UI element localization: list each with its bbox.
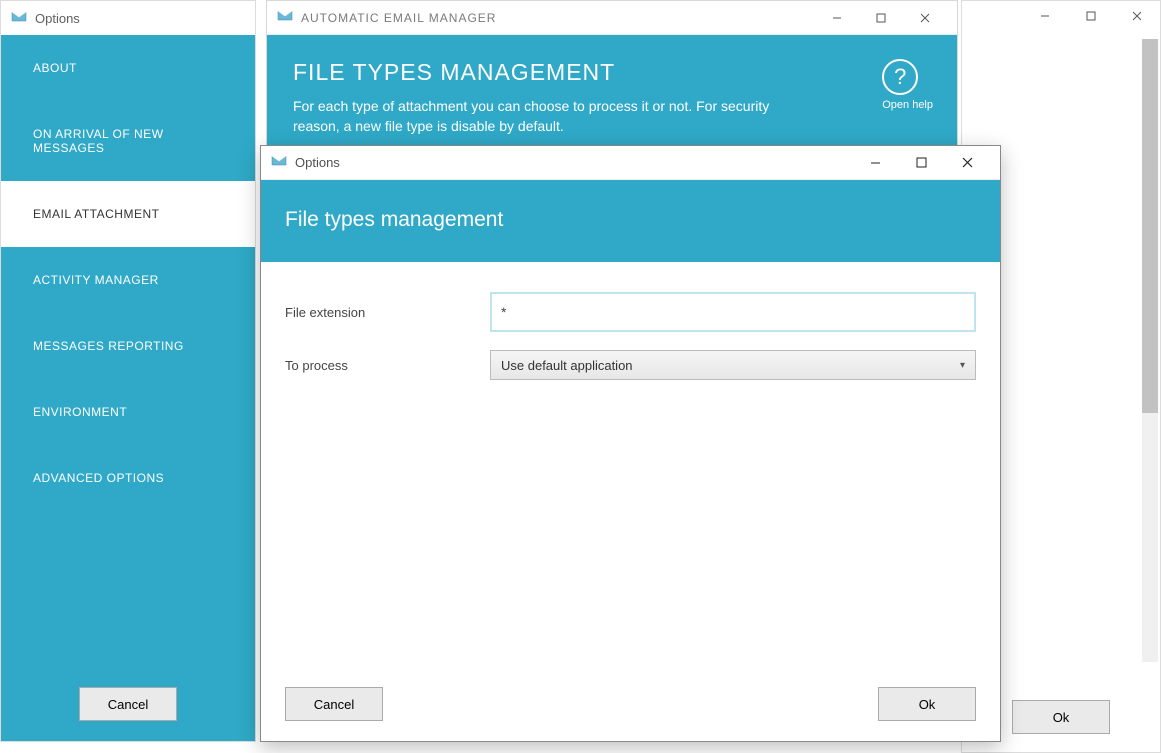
- maximize-icon[interactable]: [1068, 1, 1114, 31]
- sidebar-item-about[interactable]: ABOUT: [1, 35, 255, 101]
- minimize-icon[interactable]: [1022, 1, 1068, 31]
- close-icon[interactable]: [944, 148, 990, 178]
- maximize-icon[interactable]: [859, 3, 903, 33]
- mid-titlebar: AUTOMATIC EMAIL MANAGER: [267, 1, 957, 35]
- app-title: AUTOMATIC EMAIL MANAGER: [301, 11, 815, 25]
- scrollbar-thumb[interactable]: [1142, 39, 1158, 413]
- dialog-header: File types management: [261, 180, 1000, 262]
- help-icon: ?: [882, 59, 918, 95]
- minimize-icon[interactable]: [815, 3, 859, 33]
- back-titlebar: [962, 1, 1160, 37]
- scrollbar[interactable]: [1142, 39, 1158, 662]
- app-icon: [271, 153, 287, 172]
- mid-header: FILE TYPES MANAGEMENT For each type of a…: [267, 35, 957, 157]
- sidebar-item-on-arrival[interactable]: ON ARRIVAL OF NEW MESSAGES: [1, 101, 255, 181]
- dialog-titlebar: Options: [261, 146, 1000, 180]
- left-titlebar: Options: [1, 1, 255, 35]
- to-process-select[interactable]: Use default application ▾: [490, 350, 976, 380]
- sidebar-item-advanced-options[interactable]: ADVANCED OPTIONS: [1, 445, 255, 511]
- options-dialog: Options File types management File exten…: [260, 145, 1001, 742]
- to-process-label: To process: [285, 358, 490, 373]
- cancel-button[interactable]: Cancel: [285, 687, 383, 721]
- dialog-title: Options: [295, 155, 852, 170]
- file-extension-label: File extension: [285, 305, 490, 320]
- mid-description: For each type of attachment you can choo…: [293, 96, 793, 137]
- maximize-icon[interactable]: [898, 148, 944, 178]
- close-icon[interactable]: [903, 3, 947, 33]
- minimize-icon[interactable]: [852, 148, 898, 178]
- dialog-heading: File types management: [285, 208, 976, 232]
- sidebar-footer: Cancel: [1, 667, 255, 741]
- left-title: Options: [35, 11, 80, 26]
- close-icon[interactable]: [1114, 1, 1160, 31]
- file-extension-input[interactable]: [490, 292, 976, 332]
- to-process-value: Use default application: [501, 358, 633, 373]
- app-icon: [11, 9, 27, 28]
- sidebar: ABOUT ON ARRIVAL OF NEW MESSAGES EMAIL A…: [1, 35, 255, 741]
- sidebar-item-environment[interactable]: ENVIRONMENT: [1, 379, 255, 445]
- app-icon: [277, 8, 293, 27]
- sidebar-item-email-attachment[interactable]: EMAIL ATTACHMENT: [1, 181, 255, 247]
- options-sidebar-window: Options ABOUT ON ARRIVAL OF NEW MESSAGES…: [0, 0, 256, 742]
- dialog-body: File extension To process Use default ap…: [261, 262, 1000, 428]
- file-extension-row: File extension: [285, 292, 976, 332]
- sidebar-item-messages-reporting[interactable]: MESSAGES REPORTING: [1, 313, 255, 379]
- help-label: Open help: [882, 99, 933, 111]
- chevron-down-icon: ▾: [960, 360, 965, 371]
- open-help-button[interactable]: ? Open help: [882, 59, 933, 111]
- cancel-button[interactable]: Cancel: [79, 687, 177, 721]
- ok-button[interactable]: Ok: [878, 687, 976, 721]
- ok-button[interactable]: Ok: [1012, 700, 1110, 734]
- mid-heading: FILE TYPES MANAGEMENT: [293, 59, 931, 86]
- sidebar-item-activity-manager[interactable]: ACTIVITY MANAGER: [1, 247, 255, 313]
- dialog-footer: Cancel Ok: [285, 687, 976, 721]
- to-process-row: To process Use default application ▾: [285, 350, 976, 380]
